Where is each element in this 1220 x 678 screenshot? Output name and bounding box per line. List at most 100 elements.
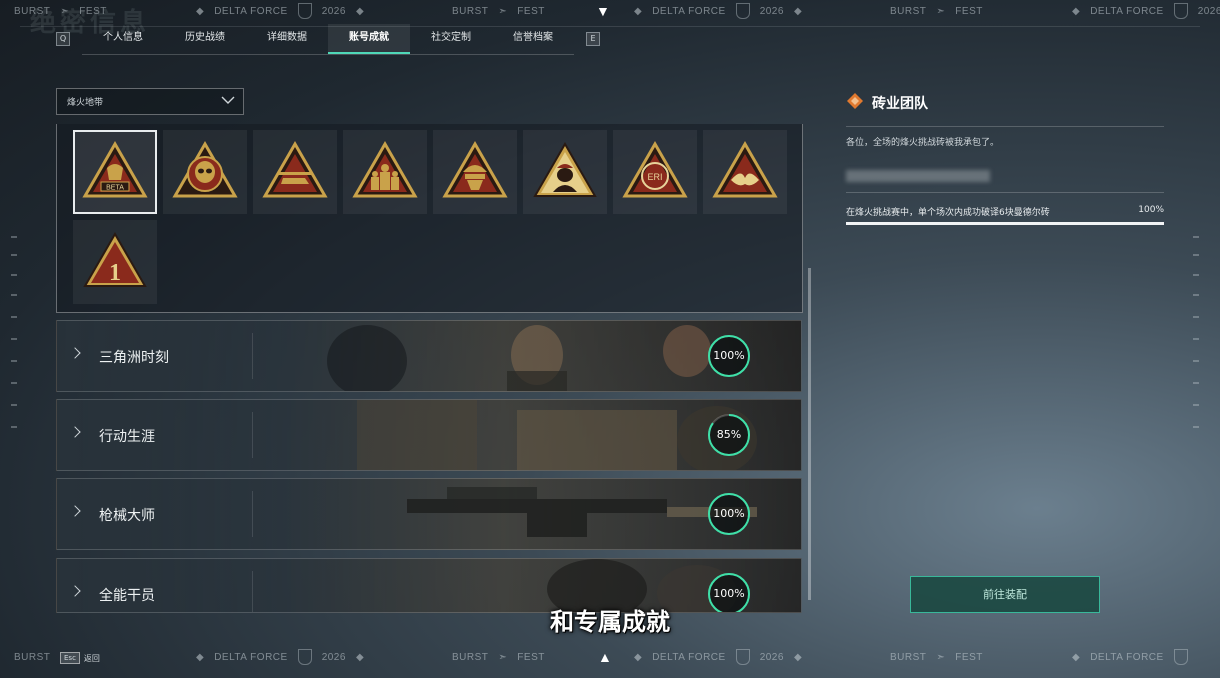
banner-fest: FEST (955, 5, 983, 17)
banner-delta-force: DELTA FORCE (214, 651, 288, 663)
category-row-operation-career[interactable]: 行动生涯 85% (56, 399, 802, 471)
skull-badge-icon (172, 140, 238, 198)
banner-fest: FEST (517, 651, 545, 663)
shield-logo-icon (1173, 649, 1188, 665)
left-rail (8, 40, 22, 640)
profile-tab-bar: Q 个人信息 历史战绩 详细数据 账号成就 社交定制 信誉档案 E (56, 23, 600, 55)
progress-percent: 100% (713, 507, 745, 520)
badge-beta[interactable]: BETA (73, 130, 157, 214)
requirement-row: 在烽火挑战赛中，单个场次内成功破译6块曼德尔砖 100% (846, 205, 1164, 218)
triangle-up-icon: ▲ (598, 649, 613, 665)
redacted-text (846, 170, 990, 182)
banner-delta-force: DELTA FORCE (1090, 5, 1164, 17)
banner-burst: BURST (14, 651, 51, 663)
banner-year: 2026 (759, 5, 784, 17)
achievement-detail: 砖业团队 各位，全场的烽火挑战砖被我承包了。 在烽火挑战赛中，单个场次内成功破译… (846, 92, 1164, 225)
banner-burst: BURST (890, 5, 927, 17)
svg-text:ERI: ERI (647, 172, 662, 182)
badge-panel: BETA ERI 1 (56, 124, 803, 313)
banner-year: 2026 (321, 651, 346, 663)
operator-helmet-badge-icon (442, 140, 508, 198)
arrow-icon: ➣ (60, 5, 70, 17)
banner-fest: FEST (79, 5, 107, 17)
banner-burst: BURST (452, 651, 489, 663)
mode-dropdown[interactable]: 烽火地带 (56, 88, 244, 115)
progress-percent: 100% (713, 349, 745, 362)
shield-logo-icon (735, 3, 750, 19)
banner-delta-force: DELTA FORCE (214, 5, 288, 17)
banner-burst: BURST (890, 651, 927, 663)
banner-delta-force: DELTA FORCE (652, 5, 726, 17)
achievement-title: 砖业团队 (872, 96, 928, 112)
category-name: 枪械大师 (99, 508, 155, 524)
badge-skull[interactable] (163, 130, 247, 214)
tab-achievements[interactable]: 账号成就 (328, 23, 410, 54)
diamond-icon (846, 92, 864, 114)
triangle-down-icon: ▼ (596, 3, 611, 19)
arrow-icon: ➣ (936, 651, 946, 663)
helicopter-badge-icon (262, 140, 328, 198)
prev-tab-key[interactable]: Q (56, 32, 70, 46)
tab-detailed-stats[interactable]: 详细数据 (246, 24, 328, 52)
category-row-weapon-master[interactable]: 枪械大师 100% (56, 478, 802, 550)
tabs: 个人信息 历史战绩 详细数据 账号成就 社交定制 信誉档案 (82, 23, 574, 55)
esc-label: 返回 (83, 653, 100, 663)
esc-key: Esc (60, 652, 80, 664)
banner-fest: FEST (517, 5, 545, 17)
tab-personal-info[interactable]: 个人信息 (82, 24, 164, 52)
shield-logo-icon (1173, 3, 1188, 19)
badge-helicopter[interactable] (253, 130, 337, 214)
progress-ring: 100% (707, 492, 751, 536)
banner-burst: BURST (14, 5, 51, 17)
badge-grid: BETA ERI 1 (73, 130, 787, 304)
top-banner: BURST ➣ FEST ◆ DELTA FORCE 2026 ◆ BURST … (14, 3, 1220, 19)
category-name: 三角洲时刻 (99, 350, 169, 366)
svg-text:BETA: BETA (106, 185, 124, 192)
banner-year: 2026 (1197, 5, 1220, 17)
banner-delta-force: DELTA FORCE (1090, 651, 1164, 663)
squad-badge-icon (352, 140, 418, 198)
chevron-right-icon (69, 347, 81, 359)
list-scrollbar[interactable] (808, 268, 811, 600)
banner-year: 2026 (321, 5, 346, 17)
chevron-right-icon (69, 585, 81, 597)
eri-globe-badge-icon: ERI (622, 140, 688, 198)
beta-badge-icon: BETA (82, 140, 148, 198)
operators-artwork (327, 325, 711, 391)
shield-logo-icon (735, 649, 750, 665)
right-rail (1190, 40, 1204, 640)
bottom-banner: BURST ◆ DELTA FORCE 2026 ◆ BURST ➣ FEST … (0, 646, 1220, 668)
svg-text:1: 1 (109, 260, 121, 286)
esc-back-hint[interactable]: Esc 返回 (60, 648, 100, 668)
progress-ring: 100% (707, 334, 751, 378)
banner-burst: BURST (452, 5, 489, 17)
next-tab-key[interactable]: E (586, 32, 600, 46)
achievement-description: 各位，全场的烽火挑战砖被我承包了。 (846, 138, 1000, 148)
badge-rank-one[interactable]: 1 (73, 220, 157, 304)
arrow-icon: ➣ (498, 5, 508, 17)
shield-logo-icon (297, 649, 312, 665)
category-row-delta-moment[interactable]: 三角洲时刻 100% (56, 320, 802, 392)
rank-one-badge-icon: 1 (83, 231, 147, 287)
banner-delta-force: DELTA FORCE (652, 651, 726, 663)
requirement-progress-bar (846, 222, 1164, 225)
category-name: 行动生涯 (99, 429, 155, 445)
arrow-icon: ➣ (936, 5, 946, 17)
badge-eri[interactable]: ERI (613, 130, 697, 214)
soldier-badge-icon (533, 141, 597, 197)
wings-badge-icon (712, 140, 778, 198)
tab-reputation[interactable]: 信誉档案 (492, 24, 574, 52)
requirement-text: 在烽火挑战赛中，单个场次内成功破译6块曼德尔砖 (846, 208, 1050, 218)
mode-dropdown-value: 烽火地带 (67, 98, 104, 108)
badge-wings[interactable] (703, 130, 787, 214)
badge-squad[interactable] (343, 130, 427, 214)
chevron-right-icon (69, 426, 81, 438)
badge-operator[interactable] (433, 130, 517, 214)
progress-ring: 85% (707, 413, 751, 457)
chevron-down-icon (221, 96, 235, 107)
tab-social-custom[interactable]: 社交定制 (410, 24, 492, 52)
progress-percent: 85% (716, 428, 742, 441)
arrow-icon: ➣ (498, 651, 508, 663)
tab-match-history[interactable]: 历史战绩 (164, 24, 246, 52)
badge-soldier[interactable] (523, 130, 607, 214)
